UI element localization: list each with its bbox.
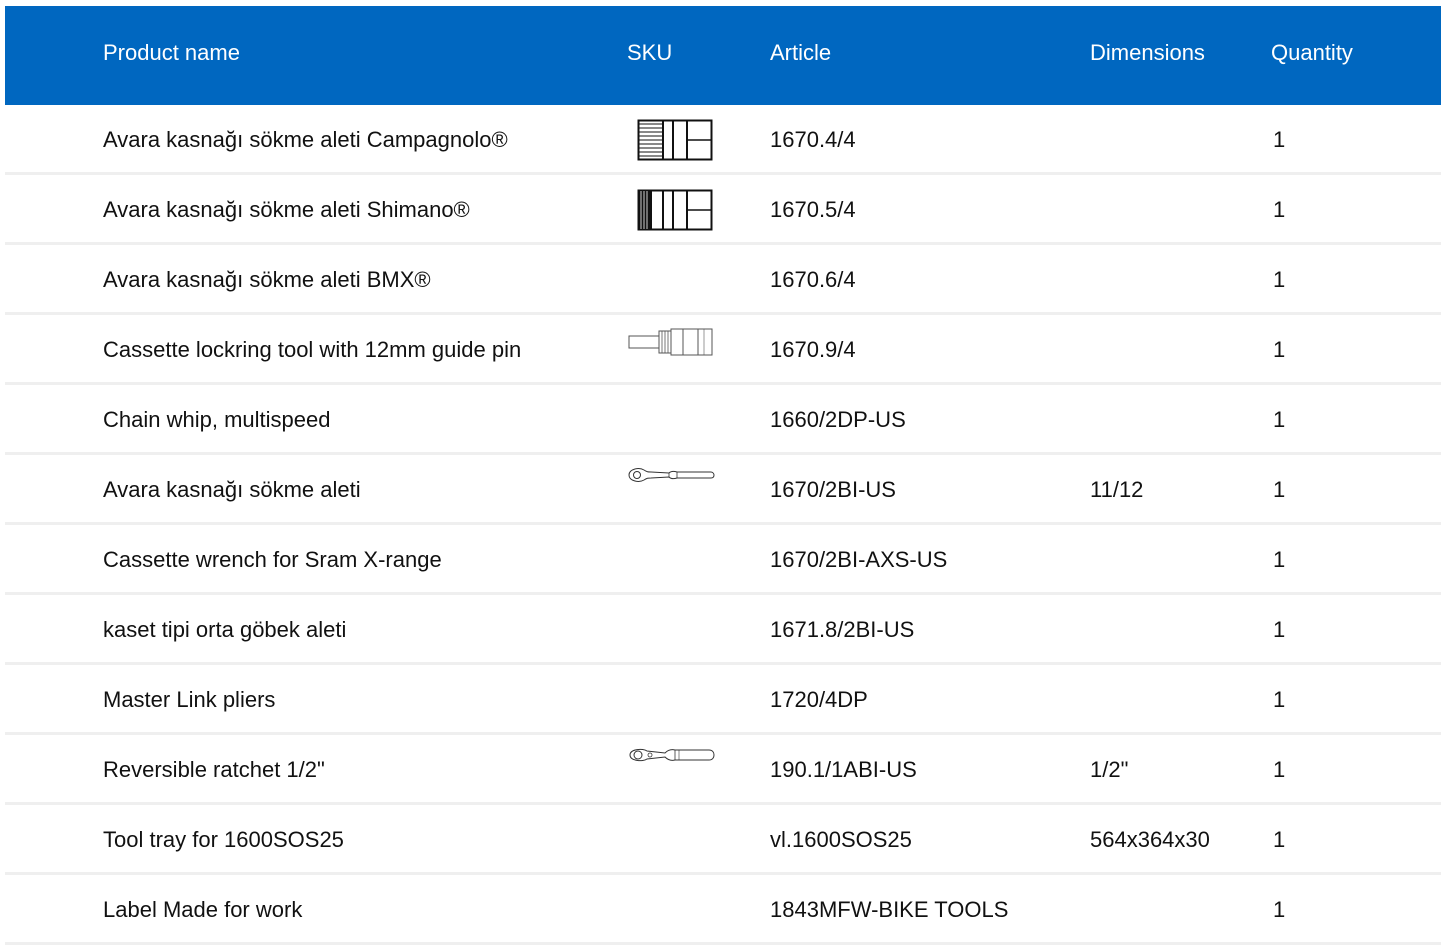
product-name[interactable]: Label Made for work bbox=[103, 875, 302, 945]
column-header-product-name[interactable]: Product name bbox=[103, 6, 240, 105]
column-header-dimensions[interactable]: Dimensions bbox=[1090, 6, 1205, 105]
quantity-value: 1 bbox=[1273, 617, 1286, 642]
quantity-value: 1 bbox=[1273, 337, 1286, 362]
article-number: 1670.6/4 bbox=[770, 267, 856, 292]
dimensions-value: 11/12 bbox=[1090, 477, 1144, 502]
article-number: 1670/2BI-AXS-US bbox=[770, 547, 948, 572]
quantity-value: 1 bbox=[1273, 547, 1286, 572]
table-row[interactable]: Avara kasnağı sökme aleti Shimano® 1670.… bbox=[5, 175, 1441, 245]
table-row[interactable]: Chain whip, multispeed 1660/2DP-US 1 bbox=[5, 385, 1441, 455]
quantity-value: 1 bbox=[1273, 687, 1286, 712]
table-row[interactable]: Avara kasnağı sökme aleti 1670/2BI-US 11… bbox=[5, 455, 1441, 525]
product-name[interactable]: Reversible ratchet 1/2" bbox=[103, 735, 325, 805]
product-name[interactable]: kaset tipi orta göbek aleti bbox=[103, 595, 346, 665]
table-row[interactable]: Tool tray for 1600SOS25 vl.1600SOS25 564… bbox=[5, 805, 1441, 875]
quantity-value: 1 bbox=[1273, 897, 1286, 922]
product-name[interactable]: Chain whip, multispeed bbox=[103, 385, 330, 455]
column-header-quantity[interactable]: Quantity bbox=[1271, 6, 1353, 105]
column-header-article[interactable]: Article bbox=[770, 6, 831, 105]
product-name[interactable]: Cassette lockring tool with 12mm guide p… bbox=[103, 315, 521, 385]
product-name[interactable]: Avara kasnağı sökme aleti bbox=[103, 455, 361, 525]
table-row[interactable]: Avara kasnağı sökme aleti BMX® 1670.6/4 … bbox=[5, 245, 1441, 315]
product-name[interactable]: Tool tray for 1600SOS25 bbox=[103, 805, 344, 875]
article-number: 1670/2BI-US bbox=[770, 477, 896, 502]
guide-pin-tool-icon bbox=[628, 328, 713, 356]
dimensions-value: 1/2" bbox=[1090, 757, 1129, 782]
table-row[interactable]: Label Made for work 1843MFW-BIKE TOOLS 1 bbox=[5, 875, 1441, 945]
table-row[interactable]: Reversible ratchet 1/2" 190.1/1ABI-US 1/… bbox=[5, 735, 1441, 805]
table-row[interactable]: Master Link pliers 1720/4DP 1 bbox=[5, 665, 1441, 735]
table-header: Product name SKU Article Dimensions Quan… bbox=[5, 6, 1441, 105]
dimensions-value: 564x364x30 bbox=[1090, 827, 1210, 852]
article-number: 1670.5/4 bbox=[770, 197, 856, 222]
table-row[interactable]: Cassette lockring tool with 12mm guide p… bbox=[5, 315, 1441, 385]
article-number: 1670.9/4 bbox=[770, 337, 856, 362]
article-number: vl.1600SOS25 bbox=[770, 827, 912, 852]
quantity-value: 1 bbox=[1273, 197, 1286, 222]
campagnolo-lockring-tool-icon bbox=[637, 119, 713, 161]
product-name[interactable]: Master Link pliers bbox=[103, 665, 275, 735]
article-number: 190.1/1ABI-US bbox=[770, 757, 917, 782]
column-header-sku[interactable]: SKU bbox=[627, 6, 672, 105]
product-name[interactable]: Avara kasnağı sökme aleti BMX® bbox=[103, 245, 431, 315]
quantity-value: 1 bbox=[1273, 407, 1286, 432]
article-number: 1720/4DP bbox=[770, 687, 868, 712]
product-name[interactable]: Avara kasnağı sökme aleti Campagnolo® bbox=[103, 105, 508, 175]
quantity-value: 1 bbox=[1273, 267, 1286, 292]
product-table: Product name SKU Article Dimensions Quan… bbox=[5, 6, 1441, 945]
article-number: 1843MFW-BIKE TOOLS bbox=[770, 897, 1009, 922]
quantity-value: 1 bbox=[1273, 477, 1286, 502]
shimano-lockring-tool-icon bbox=[637, 189, 713, 231]
product-name[interactable]: Avara kasnağı sökme aleti Shimano® bbox=[103, 175, 470, 245]
ratchet-icon bbox=[629, 748, 715, 762]
table-row[interactable]: Avara kasnağı sökme aleti Campagnolo® 16… bbox=[5, 105, 1441, 175]
quantity-value: 1 bbox=[1273, 827, 1286, 852]
quantity-value: 1 bbox=[1273, 127, 1286, 152]
product-name[interactable]: Cassette wrench for Sram X-range bbox=[103, 525, 442, 595]
table-row[interactable]: Cassette wrench for Sram X-range 1670/2B… bbox=[5, 525, 1441, 595]
wrench-tool-icon bbox=[628, 468, 715, 482]
article-number: 1660/2DP-US bbox=[770, 407, 906, 432]
article-number: 1671.8/2BI-US bbox=[770, 617, 915, 642]
quantity-value: 1 bbox=[1273, 757, 1286, 782]
article-number: 1670.4/4 bbox=[770, 127, 856, 152]
table-row[interactable]: kaset tipi orta göbek aleti 1671.8/2BI-U… bbox=[5, 595, 1441, 665]
